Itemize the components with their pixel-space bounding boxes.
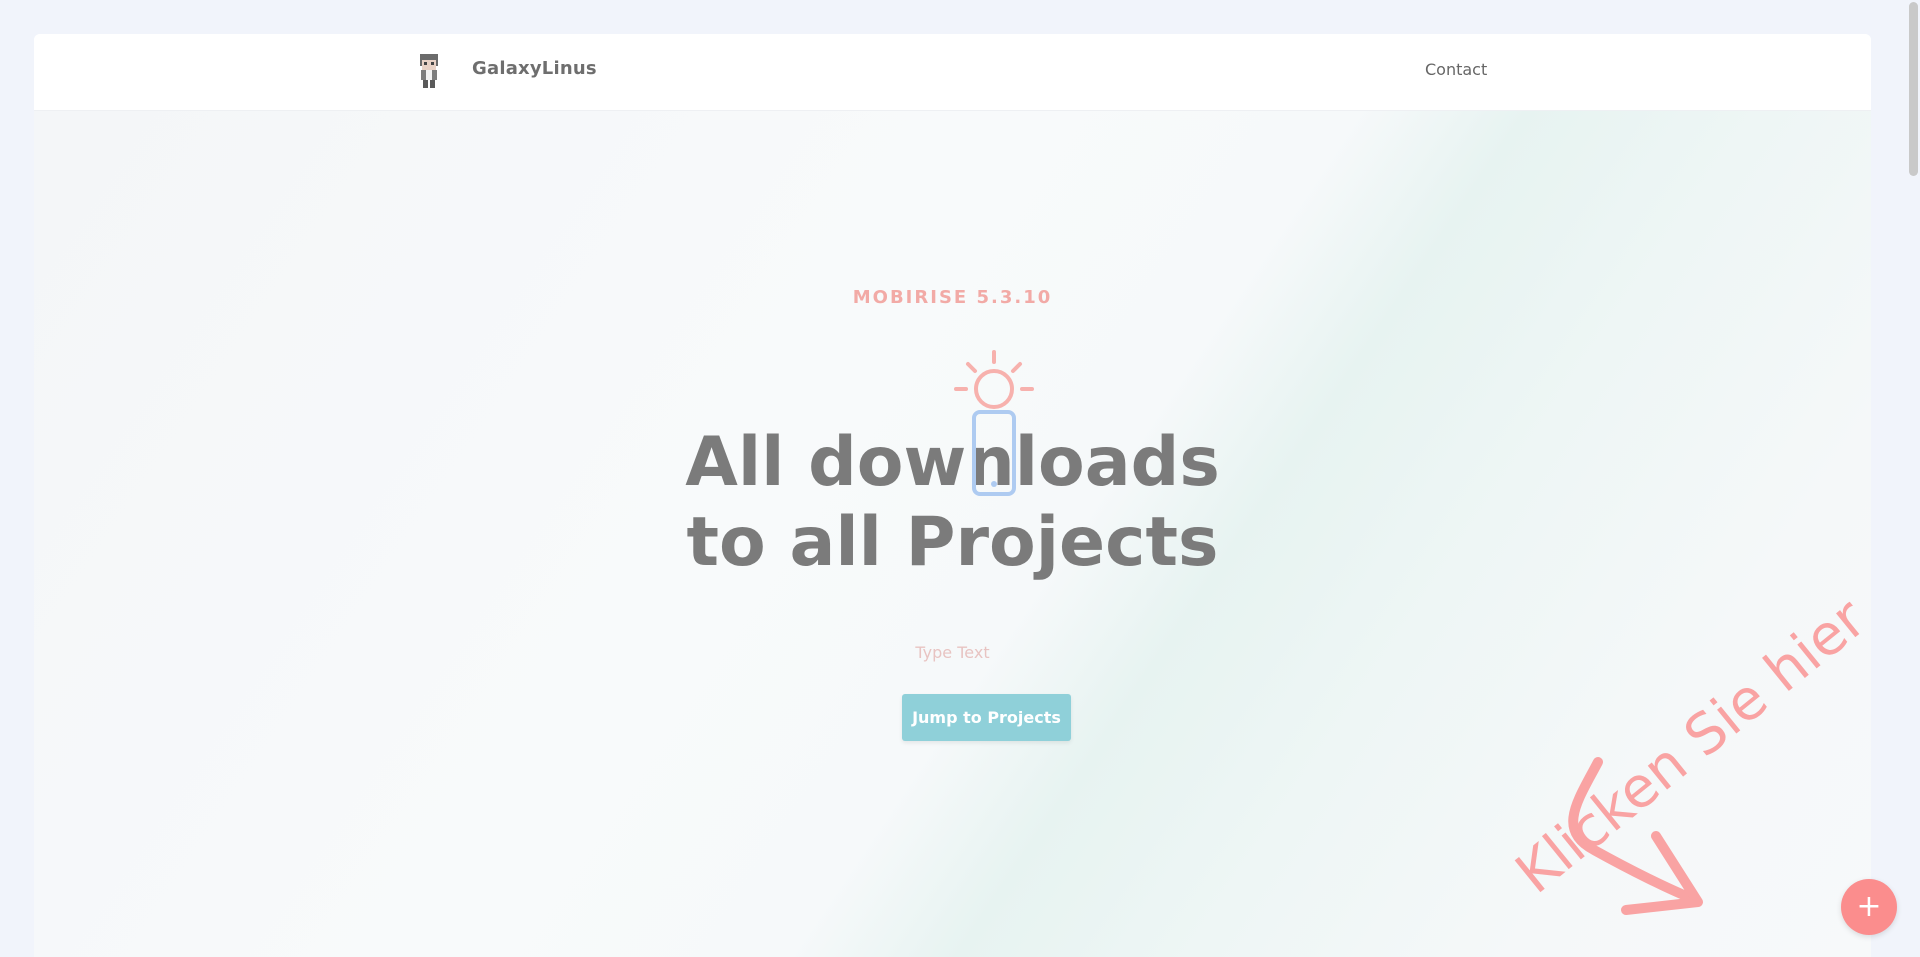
top-navbar: GalaxyLinus Contact	[34, 34, 1871, 111]
scrollbar[interactable]	[1904, 0, 1920, 957]
brand-name[interactable]: GalaxyLinus	[472, 58, 597, 79]
plus-icon: +	[1856, 889, 1882, 924]
jump-to-projects-button[interactable]: Jump to Projects	[902, 694, 1071, 741]
scrollbar-thumb[interactable]	[1909, 2, 1918, 176]
sun-mobile-edit-icon	[954, 350, 1034, 496]
hero-tag: MOBIRISE 5.3.10	[852, 287, 1053, 308]
nav-link-contact[interactable]: Contact	[1425, 60, 1487, 79]
pixel-avatar-icon[interactable]	[418, 54, 440, 88]
add-block-button[interactable]: +	[1841, 879, 1897, 935]
page-frame: GalaxyLinus Contact MOBIRISE 5.3.10 All …	[34, 34, 1871, 957]
